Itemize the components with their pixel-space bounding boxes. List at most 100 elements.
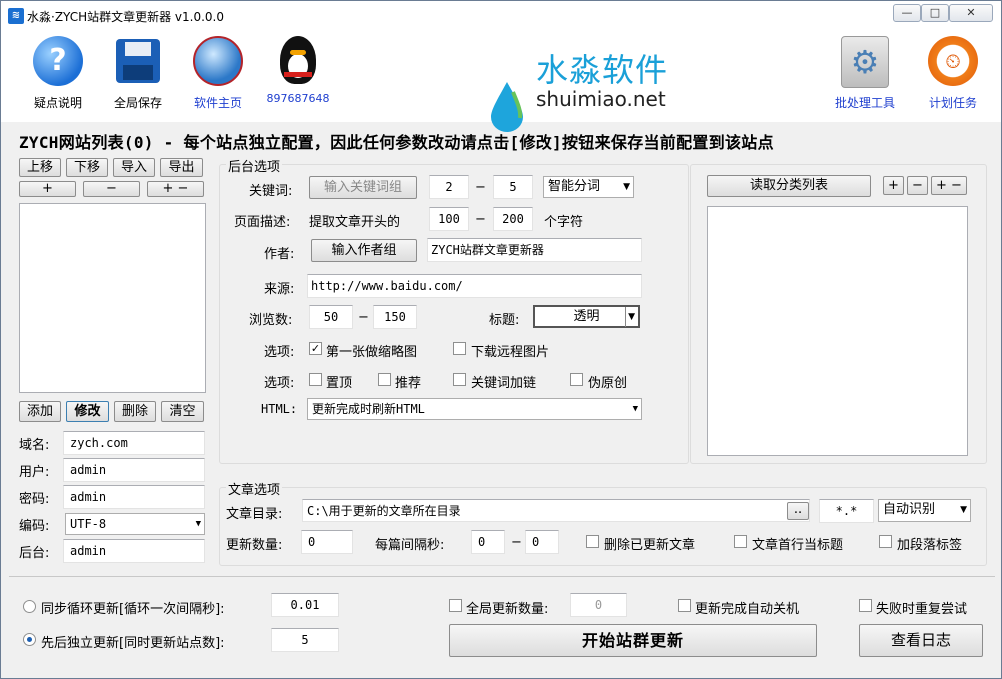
batch-tool[interactable]: ⚙ 批处理工具 <box>825 36 905 111</box>
backend-input[interactable]: admin <box>63 539 205 563</box>
minimize-button[interactable]: — <box>893 4 921 22</box>
pseudo-original-label: 伪原创 <box>588 376 628 391</box>
sync-interval-input[interactable]: 0.01 <box>271 593 339 617</box>
source-input[interactable]: http://www.baidu.com/ <box>307 274 642 298</box>
title-style-value: 透明 <box>573 309 600 324</box>
gear-icon: ⚙ <box>841 36 889 88</box>
chevron-down-icon: ▼ <box>625 307 635 327</box>
toolbar: ? 疑点说明 全局保存 软件主页 897687648 水淼软件 shuimiao… <box>1 30 1001 132</box>
delete-updated-checkbox[interactable] <box>586 535 599 548</box>
keyword-mode-value: 智能分词 <box>548 179 601 194</box>
views-min-input[interactable]: 50 <box>309 305 353 329</box>
author-input[interactable]: ZYCH站群文章更新器 <box>427 238 642 262</box>
move-down-button[interactable]: 下移 <box>66 158 108 177</box>
recommend-checkbox[interactable] <box>378 373 391 386</box>
retry-checkbox[interactable] <box>859 599 872 612</box>
paragraph-tag-checkbox[interactable] <box>879 535 892 548</box>
first-line-title-checkbox[interactable] <box>734 535 747 548</box>
first-line-title-label: 文章首行当标题 <box>752 538 844 553</box>
category-plusminus-button[interactable]: + − <box>931 176 967 195</box>
save-tool[interactable]: 全局保存 <box>98 36 178 111</box>
keyword-max-input[interactable]: 5 <box>493 175 533 199</box>
global-count-checkbox[interactable] <box>449 599 462 612</box>
views-max-input[interactable]: 150 <box>373 305 417 329</box>
help-icon: ? <box>33 36 83 86</box>
sequential-label: 先后独立更新[同时更新站点数]: <box>41 636 225 651</box>
interval-max-input[interactable]: 0 <box>525 530 559 554</box>
html-label: HTML: <box>261 402 298 416</box>
site-plus-button[interactable]: + <box>19 181 76 197</box>
brand-name-en: shuimiao.net <box>536 87 666 111</box>
close-button[interactable]: ✕ <box>949 4 993 22</box>
file-ext-input[interactable]: *.* <box>819 499 874 523</box>
category-listbox[interactable] <box>707 206 968 456</box>
sync-loop-radio[interactable] <box>23 600 36 613</box>
delete-site-button[interactable]: 删除 <box>114 401 156 422</box>
import-button[interactable]: 导入 <box>113 158 155 177</box>
file-encoding-select[interactable]: 自动识别 ▼ <box>878 499 971 522</box>
article-dir-input[interactable]: C:\用于更新的文章所在目录 <box>302 499 810 522</box>
thumbnail-checkbox[interactable]: ✓ <box>309 342 322 355</box>
schedule-label: 计划任务 <box>928 96 977 110</box>
update-count-input[interactable]: 0 <box>301 530 353 554</box>
site-plusminus-button[interactable]: + − <box>147 181 204 197</box>
keyword-min-input[interactable]: 2 <box>429 175 469 199</box>
start-update-button[interactable]: 开始站群更新 <box>449 624 817 657</box>
views-range-dash: − <box>358 310 369 325</box>
clear-sites-button[interactable]: 清空 <box>161 401 204 422</box>
user-label: 用户: <box>19 465 50 480</box>
homepage-tool[interactable]: 软件主页 <box>178 36 258 111</box>
add-site-button[interactable]: 添加 <box>19 401 61 422</box>
keyword-range-dash: − <box>475 180 486 195</box>
password-input[interactable]: admin <box>63 485 205 509</box>
delete-updated-label: 删除已更新文章 <box>604 538 696 553</box>
interval-label: 每篇间隔秒: <box>375 538 445 553</box>
input-authors-button[interactable]: 输入作者组 <box>311 239 417 262</box>
category-minus-button[interactable]: − <box>907 176 928 195</box>
input-keywords-button[interactable]: 输入关键词组 <box>309 176 417 199</box>
description-max-input[interactable]: 200 <box>493 207 533 231</box>
sequential-radio[interactable] <box>23 633 36 646</box>
site-minus-button[interactable]: − <box>83 181 140 197</box>
user-input[interactable]: admin <box>63 458 205 482</box>
description-min-input[interactable]: 100 <box>429 207 469 231</box>
modify-site-button[interactable]: 修改 <box>66 401 109 422</box>
title-style-select[interactable]: 透明 ▼ <box>533 305 640 328</box>
sticky-label: 置顶 <box>326 376 353 391</box>
site-list-header: ZYCH网站列表(0) - 每个站点独立配置，因此任何参数改动请点击[修改]按钮… <box>19 133 774 152</box>
thumbnail-label: 第一张做缩略图 <box>326 345 418 360</box>
floppy-save-icon <box>116 39 160 83</box>
help-tool[interactable]: ? 疑点说明 <box>18 36 98 111</box>
move-up-button[interactable]: 上移 <box>19 158 61 177</box>
qq-tool[interactable]: 897687648 <box>258 36 338 105</box>
global-count-input[interactable]: 0 <box>570 593 627 617</box>
interval-min-input[interactable]: 0 <box>471 530 505 554</box>
browse-dir-button[interactable]: .. <box>787 502 809 520</box>
pseudo-original-checkbox[interactable] <box>570 373 583 386</box>
maximize-button[interactable]: □ <box>921 4 949 22</box>
auto-shutdown-checkbox[interactable] <box>678 599 691 612</box>
bottom-divider <box>9 576 995 577</box>
html-refresh-select[interactable]: 更新完成时刷新HTML ▼ <box>307 398 642 420</box>
encoding-label: 编码: <box>19 519 50 534</box>
password-label: 密码: <box>19 492 50 507</box>
chevron-down-icon: ▼ <box>632 404 638 414</box>
author-label: 作者: <box>264 247 295 262</box>
schedule-tool[interactable]: ⏲ 计划任务 <box>913 36 993 111</box>
site-listbox[interactable] <box>19 203 206 393</box>
export-button[interactable]: 导出 <box>160 158 203 177</box>
chevron-down-icon: ▼ <box>960 505 967 515</box>
read-categories-button[interactable]: 读取分类列表 <box>707 175 871 197</box>
views-label: 浏览数: <box>249 313 293 328</box>
encoding-select[interactable]: UTF-8 ▼ <box>65 513 205 535</box>
category-plus-button[interactable]: + <box>883 176 904 195</box>
sticky-checkbox[interactable] <box>309 373 322 386</box>
download-images-checkbox[interactable] <box>453 342 466 355</box>
view-log-button[interactable]: 查看日志 <box>859 624 983 657</box>
keyword-link-checkbox[interactable] <box>453 373 466 386</box>
qq-label: 897687648 <box>266 92 330 105</box>
concurrent-sites-input[interactable]: 5 <box>271 628 339 652</box>
domain-input[interactable]: zych.com <box>63 431 205 455</box>
window-title: 水淼·ZYCH站群文章更新器 v1.0.0.0 <box>27 10 225 24</box>
keyword-mode-select[interactable]: 智能分词 ▼ <box>543 176 634 198</box>
